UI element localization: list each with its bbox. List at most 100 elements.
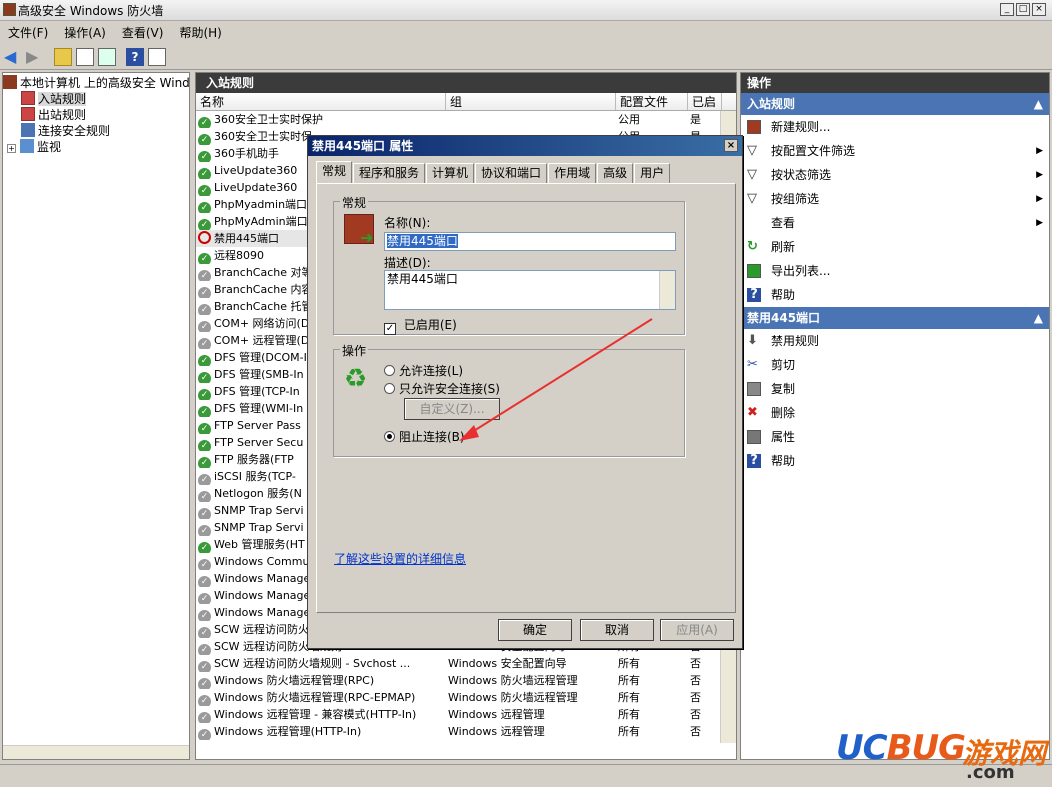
- tab-6[interactable]: 用户: [634, 163, 671, 183]
- table-row[interactable]: ✓ Windows 防火墙远程管理(RPC-EPMAP) Windows 防火墙远程…: [196, 689, 736, 706]
- tab-5[interactable]: 高级: [597, 163, 634, 183]
- action-items1-7[interactable]: ? 帮助: [741, 283, 1049, 307]
- monitor-icon: [20, 139, 34, 153]
- tree-item-outbound[interactable]: 出站规则: [3, 107, 189, 123]
- tree-item-monitor[interactable]: + 监视: [3, 139, 189, 155]
- table-row[interactable]: ✓ 360安全卫士实时保护 公用 是: [196, 111, 736, 128]
- tab-3[interactable]: 协议和端口: [475, 163, 548, 183]
- rule-enabled-cell: 否: [690, 708, 701, 721]
- maximize-button[interactable]: □: [1016, 3, 1030, 16]
- up-folder-icon[interactable]: [54, 47, 72, 66]
- column-profile[interactable]: 配置文件: [616, 93, 688, 110]
- table-row[interactable]: ✓SCW 远程访问防火墙规则 - Svchost ...Windows 安全配置…: [196, 655, 736, 672]
- table-row[interactable]: ✓ Windows 防火墙远程管理(RPC) Windows 防火墙远程管理 所有 否: [196, 672, 736, 689]
- delete-icon: ✖: [747, 405, 758, 420]
- menu-item-0[interactable]: 文件(F): [0, 24, 56, 41]
- column-name[interactable]: 名称: [196, 93, 446, 110]
- rule-status-icon: ✓: [198, 491, 211, 502]
- collapse-icon[interactable]: ▲: [1034, 307, 1043, 329]
- cancel-button[interactable]: 取消: [580, 619, 654, 641]
- tab-2[interactable]: 计算机: [426, 163, 475, 183]
- rule-enabled-cell: 否: [690, 674, 701, 687]
- inbound-rules-icon: [21, 91, 35, 105]
- column-headers: 名称 组 配置文件 已启: [196, 93, 736, 111]
- action-items2-1[interactable]: ✂ 剪切: [741, 353, 1049, 377]
- submenu-arrow-icon: ▶: [1036, 194, 1043, 204]
- rule-name-cell: ✓ Windows 远程管理 - 兼容模式(HTTP-In): [196, 706, 446, 723]
- apply-button[interactable]: 应用(A): [660, 619, 734, 641]
- dialog-title-bar: 禁用445端口 属性 ×: [308, 136, 742, 156]
- action-items1-0[interactable]: 新建规则...: [741, 115, 1049, 139]
- tab-1[interactable]: 程序和服务: [353, 163, 426, 183]
- menu-item-1[interactable]: 操作(A): [56, 24, 114, 41]
- rule-status-icon: ✓: [198, 202, 211, 213]
- rule-status-icon: ✓: [198, 661, 211, 672]
- actions-section-inbound[interactable]: 入站规则 ▲: [741, 93, 1049, 115]
- help-icon: ?: [747, 288, 761, 302]
- action-items1-6[interactable]: 导出列表...: [741, 259, 1049, 283]
- tree-item-connection-security[interactable]: 连接安全规则: [3, 123, 189, 139]
- watermark-logo: UCBUG 游戏网 .com: [836, 728, 1047, 783]
- action-items2-5[interactable]: ? 帮助: [741, 449, 1049, 473]
- collapse-icon[interactable]: ▲: [1034, 93, 1043, 115]
- show-hide-tree-icon[interactable]: [76, 47, 94, 66]
- action-items1-5[interactable]: ↻ 刷新: [741, 235, 1049, 259]
- block-icon: [198, 231, 211, 244]
- action-items2-3[interactable]: ✖ 删除: [741, 401, 1049, 425]
- tab-4[interactable]: 作用域: [548, 163, 597, 183]
- filter-icon: ▽: [747, 143, 757, 158]
- menu-item-3[interactable]: 帮助(H): [171, 24, 229, 41]
- back-arrow-icon[interactable]: ◀: [4, 47, 22, 66]
- tree-root[interactable]: 本地计算机 上的高级安全 Windows: [3, 75, 189, 91]
- rule-status-icon: ✓: [198, 219, 211, 230]
- rule-status-icon: ✓: [198, 151, 211, 162]
- action-items2-2[interactable]: 复制: [741, 377, 1049, 401]
- tree-item-inbound[interactable]: 入站规则: [3, 91, 189, 107]
- forward-arrow-icon[interactable]: ▶: [26, 47, 44, 66]
- help-icon[interactable]: ?: [126, 47, 144, 66]
- action-items1-3[interactable]: ▽ 按组筛选 ▶: [741, 187, 1049, 211]
- minimize-button[interactable]: _: [1000, 3, 1014, 16]
- actions-section-rule[interactable]: 禁用445端口 ▲: [741, 307, 1049, 329]
- rule-status-icon: ✓: [198, 559, 211, 570]
- rule-status-icon: ✓: [198, 508, 211, 519]
- rule-status-icon: ✓: [198, 457, 211, 468]
- rule-name-cell: ✓ Windows 防火墙远程管理(RPC): [196, 672, 446, 689]
- tab-panel: 常规 ➜ 名称(N): 禁用445端口 描述(D): 禁用445端口 ✓ 已启用…: [316, 183, 736, 613]
- window-title: 高级安全 Windows 防火墙: [18, 3, 164, 18]
- rule-enabled-cell: 否: [690, 657, 701, 670]
- column-enabled[interactable]: 已启: [688, 93, 722, 110]
- app-icon: [3, 3, 16, 16]
- rule-profile-cell: 所有: [618, 657, 640, 670]
- connection-security-icon: [21, 123, 35, 137]
- tree-hscrollbar[interactable]: [3, 745, 189, 759]
- action-items1-2[interactable]: ▽ 按状态筛选 ▶: [741, 163, 1049, 187]
- submenu-arrow-icon: ▶: [1036, 170, 1043, 180]
- close-button[interactable]: ×: [1032, 3, 1046, 16]
- tab-0[interactable]: 常规: [316, 161, 353, 183]
- column-group[interactable]: 组: [446, 93, 616, 110]
- properties-icon: [747, 430, 761, 444]
- rule-status-icon: ✓: [198, 338, 211, 349]
- action-items1-4[interactable]: 查看 ▶: [741, 211, 1049, 235]
- expand-icon[interactable]: +: [7, 144, 16, 153]
- rule-status-icon: ✓: [198, 644, 211, 655]
- show-action-pane-icon[interactable]: [148, 47, 166, 66]
- table-row[interactable]: ✓ Windows 远程管理 - 兼容模式(HTTP-In) Windows 远程管…: [196, 706, 736, 723]
- title-bar: 高级安全 Windows 防火墙: [0, 0, 1052, 21]
- action-items2-0[interactable]: ⬇ 禁用规则: [741, 329, 1049, 353]
- firewall-icon: [3, 75, 17, 89]
- export-list-icon[interactable]: [98, 47, 116, 66]
- action-items1-1[interactable]: ▽ 按配置文件筛选 ▶: [741, 139, 1049, 163]
- refresh-icon: ↻: [747, 239, 758, 254]
- ok-button[interactable]: 确定: [498, 619, 572, 641]
- table-row[interactable]: ✓ Windows 远程管理(HTTP-In) Windows 远程管理 所有 否: [196, 723, 736, 740]
- actions-header: 操作: [741, 73, 1049, 93]
- rule-status-icon: ✓: [198, 168, 211, 179]
- menu-bar: 文件(F) 操作(A) 查看(V) 帮助(H): [0, 22, 1052, 42]
- rule-status-icon: ✓: [198, 304, 211, 315]
- menu-item-2[interactable]: 查看(V): [114, 24, 172, 41]
- learn-more-link[interactable]: 了解这些设置的详细信息: [334, 550, 466, 567]
- action-items2-4[interactable]: 属性: [741, 425, 1049, 449]
- dialog-close-button[interactable]: ×: [724, 139, 738, 152]
